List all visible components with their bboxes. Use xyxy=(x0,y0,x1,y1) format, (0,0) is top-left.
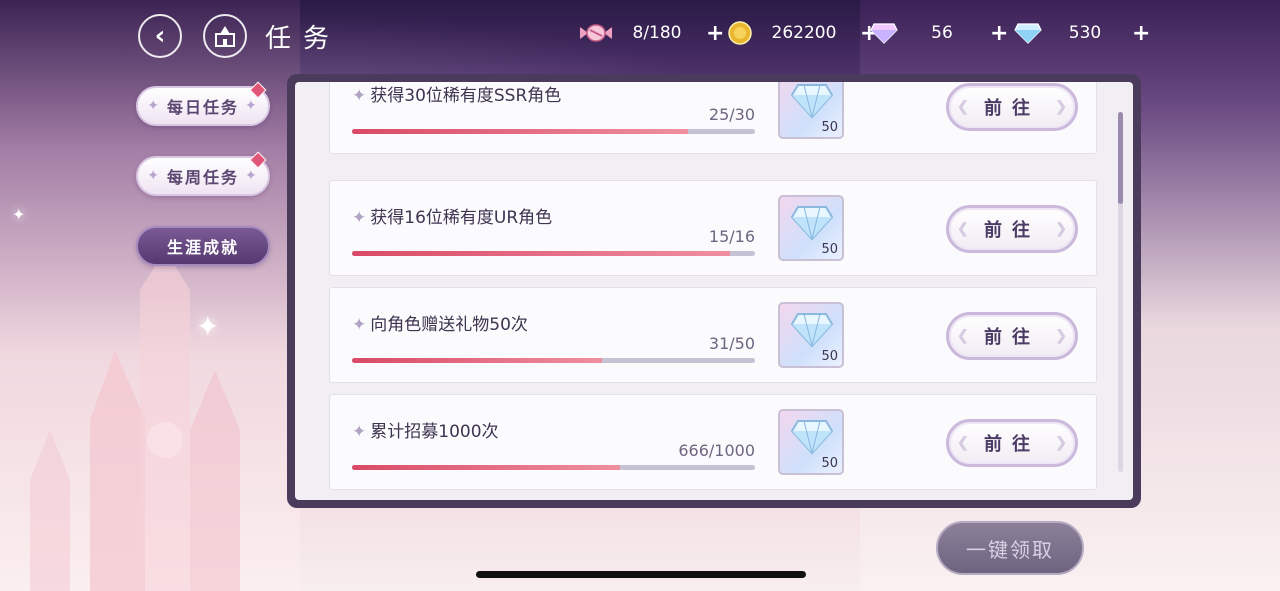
task-progress-text: 666/1000 xyxy=(678,441,755,460)
ornament-icon: ❯ xyxy=(1055,328,1067,344)
candy-value: 8/180 xyxy=(632,23,682,43)
task-row: ✦ 累计招募1000次 666/1000 50 ❮ 前往 ❯ xyxy=(329,394,1097,490)
reward-item[interactable]: 50 xyxy=(778,195,844,261)
reward-item[interactable]: 50 xyxy=(778,409,844,475)
star-icon: ✦ xyxy=(245,168,259,184)
task-progress-text: 31/50 xyxy=(708,334,755,353)
progress-fill xyxy=(352,358,602,363)
tab-career-achievements[interactable]: 生涯成就 xyxy=(136,226,270,266)
go-button[interactable]: ❮ 前往 ❯ xyxy=(946,419,1078,467)
pink-diamond-value: 56 xyxy=(931,23,953,43)
ornament-icon: ❯ xyxy=(1055,221,1067,237)
back-button[interactable]: ‹ xyxy=(138,14,182,58)
resource-pink-diamond: 56 + xyxy=(870,20,1008,46)
task-panel: ✦ 获得30位稀有度SSR角色 25/30 50 ❮ 前往 ❯ ✦ 获得16位稀有度… xyxy=(287,74,1141,508)
reward-count: 50 xyxy=(821,120,838,135)
reward-count: 50 xyxy=(821,456,838,471)
page-title: 任务 xyxy=(265,24,342,54)
go-button[interactable]: ❮ 前往 ❯ xyxy=(946,205,1078,253)
ornament-icon: ❯ xyxy=(1055,435,1067,451)
task-progress-text: 15/16 xyxy=(708,227,755,246)
star-icon: ✦ xyxy=(245,98,259,114)
add-candy-button[interactable]: + xyxy=(706,21,724,46)
diamond-icon xyxy=(790,206,834,241)
scrollbar-thumb[interactable] xyxy=(1118,112,1123,204)
resource-gold: 262200 + xyxy=(728,20,878,46)
blue-diamond-icon xyxy=(1014,23,1042,44)
add-blue-diamond-button[interactable]: + xyxy=(1132,21,1150,46)
task-progress-bar xyxy=(352,251,755,256)
ornament-icon: ❯ xyxy=(1055,99,1067,115)
tab-daily-tasks[interactable]: ✦ 每日任务 ✦ xyxy=(136,81,270,126)
castle-illustration xyxy=(30,250,240,591)
sparkle-icon: ✦ xyxy=(196,310,220,343)
task-row: ✦ 获得30位稀有度SSR角色 25/30 50 ❮ 前往 ❯ xyxy=(329,82,1097,154)
ornament-icon: ❮ xyxy=(957,328,969,344)
ornament-icon: ❮ xyxy=(957,99,969,115)
go-button[interactable]: ❮ 前往 ❯ xyxy=(946,83,1078,131)
task-list[interactable]: ✦ 获得30位稀有度SSR角色 25/30 50 ❮ 前往 ❯ ✦ 获得16位稀有度… xyxy=(295,82,1133,500)
ornament-icon: ❮ xyxy=(957,221,969,237)
task-progress-bar xyxy=(352,465,755,470)
task-name: ✦ 获得16位稀有度UR角色 xyxy=(352,208,553,228)
back-arrow-icon: ‹ xyxy=(154,21,166,51)
add-pink-diamond-button[interactable]: + xyxy=(990,21,1008,46)
task-progress-bar xyxy=(352,358,755,363)
reward-item[interactable]: 50 xyxy=(778,82,844,139)
progress-fill xyxy=(352,465,621,470)
scrollbar[interactable] xyxy=(1118,112,1123,472)
task-progress-text: 25/30 xyxy=(708,105,755,124)
reward-item[interactable]: 50 xyxy=(778,302,844,368)
task-row: ✦ 获得16位稀有度UR角色 15/16 50 ❮ 前往 ❯ xyxy=(329,180,1097,276)
resource-blue-diamond: 530 + xyxy=(1014,20,1150,46)
tab-weekly-tasks[interactable]: ✦ 每周任务 ✦ xyxy=(136,151,270,196)
ornament-icon: ❮ xyxy=(957,435,969,451)
gold-value: 262200 xyxy=(771,23,837,43)
star-icon: ✦ xyxy=(147,168,161,184)
star-icon: ✦ xyxy=(147,98,161,114)
tab-label: 每周任务 xyxy=(166,168,239,187)
task-progress-bar xyxy=(352,129,755,134)
diamond-icon xyxy=(790,313,834,348)
home-indicator[interactable] xyxy=(476,571,806,578)
resource-candy: 8/180 + xyxy=(580,20,724,46)
castle-icon xyxy=(215,26,235,47)
reward-count: 50 xyxy=(821,349,838,364)
task-name: ✦ 获得30位稀有度SSR角色 xyxy=(352,86,562,106)
tab-label: 生涯成就 xyxy=(166,238,239,257)
candy-icon xyxy=(580,24,612,42)
task-name: ✦ 累计招募1000次 xyxy=(352,422,499,442)
go-button[interactable]: ❮ 前往 ❯ xyxy=(946,312,1078,360)
diamond-icon xyxy=(790,84,834,119)
home-button[interactable] xyxy=(203,14,247,58)
sparkle-icon: ✦ xyxy=(12,205,26,224)
progress-fill xyxy=(352,129,688,134)
top-bar: ‹ 任务 8/180 + 262200 + 56 + 530 + xyxy=(0,0,1280,70)
diamond-icon xyxy=(790,420,834,455)
blue-diamond-value: 530 xyxy=(1068,23,1102,43)
gold-coin-icon xyxy=(728,21,752,45)
progress-fill xyxy=(352,251,730,256)
tab-label: 每日任务 xyxy=(166,98,239,117)
task-row: ✦ 向角色赠送礼物50次 31/50 50 ❮ 前往 ❯ xyxy=(329,287,1097,383)
claim-all-button[interactable]: 一键领取 xyxy=(936,521,1084,575)
pink-diamond-icon xyxy=(870,23,898,44)
reward-count: 50 xyxy=(821,242,838,257)
task-name: ✦ 向角色赠送礼物50次 xyxy=(352,315,528,335)
